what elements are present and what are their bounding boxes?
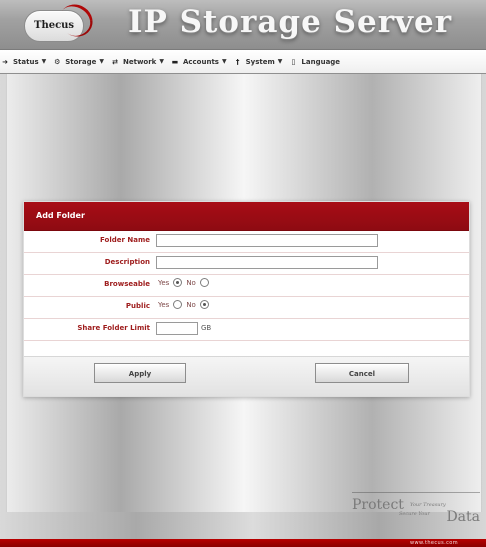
menu-storage[interactable]: ⚙ Storage ▼: [52, 58, 104, 66]
chevron-down-icon: ▼: [221, 58, 227, 65]
menu-status-label: Status: [13, 57, 39, 66]
wrench-icon: †: [235, 57, 240, 66]
browseable-no-radio[interactable]: [199, 278, 209, 287]
footer-bar: www.thecus.com: [0, 539, 486, 547]
main-menu: ➜ Status ▼ ⚙ Storage ▼ ⇄ Network ▼ ▬ Acc…: [0, 50, 486, 74]
description-label: Description: [104, 258, 150, 266]
folder-name-label: Folder Name: [100, 236, 150, 244]
public-yes-radio[interactable]: [173, 300, 183, 309]
description-input[interactable]: [156, 256, 378, 269]
apply-button[interactable]: Apply: [94, 363, 186, 383]
description-row: Description: [24, 253, 469, 275]
chevron-down-icon: ▼: [159, 58, 164, 65]
share-folder-limit-unit: GB: [201, 324, 212, 332]
footer-url: www.thecus.com: [410, 540, 458, 546]
brand-small-text-1: Your Treasury: [410, 502, 446, 508]
public-no-radio[interactable]: [199, 300, 209, 309]
browseable-yes-radio[interactable]: [173, 278, 183, 287]
browseable-label: Browseable: [104, 280, 150, 288]
app-header: Thecus IP Storage Server: [0, 0, 486, 50]
dialog-title: Add Folder: [24, 202, 469, 231]
brand-data-text: Data: [446, 509, 480, 525]
public-no-label: No: [186, 300, 196, 309]
network-icon: ⇄: [112, 57, 118, 66]
public-row: Public Yes No: [24, 297, 469, 319]
browseable-no-label: No: [186, 278, 196, 287]
menu-storage-label: Storage: [65, 57, 97, 66]
brand-small-text-2: Secure Your: [399, 511, 430, 517]
menu-language-label: Language: [301, 57, 341, 66]
folder-icon: ▬: [171, 57, 179, 66]
browseable-row: Browseable Yes No: [24, 275, 469, 297]
public-yes-label: Yes: [158, 300, 170, 309]
dialog-actions: Apply Cancel: [24, 356, 469, 396]
add-folder-dialog: Add Folder Folder Name Description Brows…: [23, 201, 470, 397]
thecus-logo: Thecus: [24, 0, 99, 43]
gear-icon: ⚙: [54, 57, 61, 66]
branding-divider: [352, 492, 480, 493]
public-label: Public: [125, 302, 150, 310]
arrow-right-icon: ➜: [2, 57, 8, 66]
browseable-yes-label: Yes: [158, 278, 170, 287]
document-icon: ▯: [291, 57, 296, 66]
menu-language[interactable]: ▯ Language: [288, 58, 340, 66]
menu-accounts[interactable]: ▬ Accounts ▼: [170, 58, 227, 66]
folder-name-row: Folder Name: [24, 231, 469, 253]
menu-status[interactable]: ➜ Status ▼: [0, 58, 46, 66]
chevron-down-icon: ▼: [99, 58, 104, 65]
menu-accounts-label: Accounts: [182, 57, 219, 66]
menu-network[interactable]: ⇄ Network ▼: [110, 58, 164, 66]
brand-protect-text: Protect: [352, 497, 404, 513]
product-title: IP Storage Server: [128, 4, 453, 40]
share-folder-limit-label: Share Folder Limit: [77, 324, 150, 332]
logo-text: Thecus: [34, 20, 75, 31]
menu-system[interactable]: † System ▼: [233, 58, 283, 66]
share-folder-limit-row: Share Folder Limit GB: [24, 319, 469, 341]
browseable-radio-group: Yes No: [158, 278, 209, 287]
menu-system-label: System: [245, 57, 275, 66]
cancel-button[interactable]: Cancel: [315, 363, 409, 383]
public-radio-group: Yes No: [158, 300, 209, 309]
share-folder-limit-input[interactable]: [156, 322, 198, 335]
branding-watermark: Protect Your Treasury Secure Your Data: [352, 490, 480, 532]
chevron-down-icon: ▼: [277, 58, 283, 65]
chevron-down-icon: ▼: [41, 58, 47, 65]
folder-name-input[interactable]: [156, 234, 378, 247]
menu-network-label: Network: [123, 57, 157, 66]
